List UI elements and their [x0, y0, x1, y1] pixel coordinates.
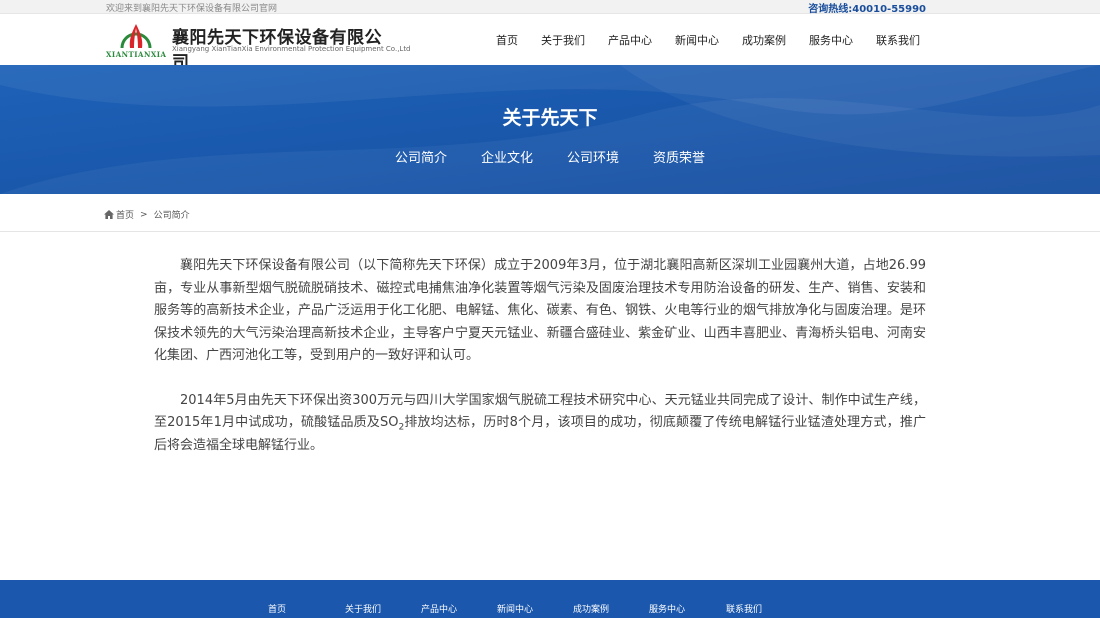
footer-nav-products[interactable]: 产品中心: [421, 602, 457, 615]
profile-paragraph-1: 襄阳先天下环保设备有限公司（以下简称先天下环保）成立于2009年3月，位于湖北襄…: [154, 258, 926, 363]
footer-nav-contact[interactable]: 联系我们: [726, 602, 762, 615]
subnav-company-profile[interactable]: 公司简介: [395, 147, 447, 166]
page-banner: 关于先天下 公司简介 企业文化 公司环境 资质荣誉: [0, 65, 1100, 194]
banner-title: 关于先天下: [502, 107, 598, 129]
profile-paragraph-2: 2014年5月由先天下环保出资300万元与四川大学国家烟气脱硫工程技术研究中心、…: [154, 390, 926, 458]
footer-nav-service[interactable]: 服务中心: [649, 602, 685, 615]
nav-products[interactable]: 产品中心: [608, 32, 652, 48]
breadcrumb-home-link[interactable]: 首页: [116, 208, 134, 221]
footer-nav: 首页 关于我们 产品中心 新闻中心 成功案例 服务中心 联系我们: [0, 602, 1100, 618]
company-name-en: Xiangyang XianTianXia Environmental Prot…: [172, 45, 411, 53]
about-subnav: 公司简介 企业文化 公司环境 资质荣誉: [0, 147, 1100, 166]
nav-contact[interactable]: 联系我们: [876, 32, 920, 48]
main-nav: 首页 关于我们 产品中心 新闻中心 成功案例 服务中心 联系我们: [473, 14, 920, 65]
home-icon: [104, 210, 114, 219]
breadcrumb-bar: 首页 > 公司简介: [0, 194, 1100, 232]
subnav-corporate-culture[interactable]: 企业文化: [481, 147, 533, 166]
breadcrumb-current: 公司简介: [153, 211, 190, 221]
site-header: XIANTIANXIA 襄阳先天下环保设备有限公司 Xiangyang Xian…: [0, 14, 1100, 73]
subnav-company-environment[interactable]: 公司环境: [567, 147, 619, 166]
breadcrumb-separator: >: [140, 209, 148, 220]
welcome-text: 欢迎来到襄阳先天下环保设备有限公司官网: [106, 4, 278, 14]
footer-nav-about[interactable]: 关于我们: [345, 602, 381, 615]
footer-nav-cases[interactable]: 成功案例: [573, 602, 609, 615]
nav-about[interactable]: 关于我们: [541, 32, 585, 48]
company-profile-content: 襄阳先天下环保设备有限公司（以下简称先天下环保）成立于2009年3月，位于湖北襄…: [154, 255, 926, 479]
top-strip: 欢迎来到襄阳先天下环保设备有限公司官网 咨询热线:40010-55990: [0, 0, 1100, 15]
footer-nav-news[interactable]: 新闻中心: [497, 602, 533, 615]
hotline-text: 咨询热线:40010-55990: [808, 4, 926, 15]
site-logo[interactable]: XIANTIANXIA 襄阳先天下环保设备有限公司 Xiangyang Xian…: [106, 20, 411, 73]
nav-news[interactable]: 新闻中心: [675, 32, 719, 48]
nav-service[interactable]: 服务中心: [809, 32, 853, 48]
subnav-qualifications[interactable]: 资质荣誉: [653, 147, 705, 166]
logo-mark-icon: [120, 24, 152, 49]
site-footer: 首页 关于我们 产品中心 新闻中心 成功案例 服务中心 联系我们: [0, 580, 1100, 618]
logo-mark-text: XIANTIANXIA: [106, 50, 167, 59]
breadcrumb: 首页 > 公司简介: [104, 208, 190, 221]
footer-nav-home[interactable]: 首页: [268, 602, 286, 615]
nav-cases[interactable]: 成功案例: [742, 32, 786, 48]
nav-home[interactable]: 首页: [496, 32, 518, 48]
